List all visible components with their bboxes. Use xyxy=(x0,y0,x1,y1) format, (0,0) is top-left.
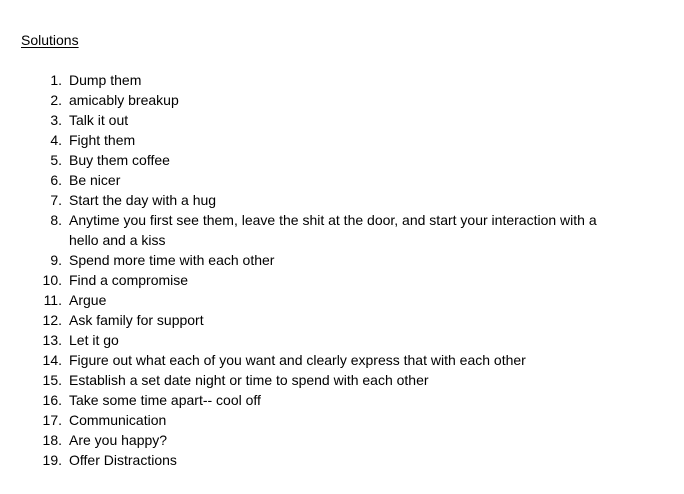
list-item-text: Spend more time with each other xyxy=(69,252,275,268)
list-item: 17. Communication xyxy=(0,410,684,430)
list-item-text: Argue xyxy=(69,292,107,308)
list-item: 15. Establish a set date night or time to… xyxy=(0,370,684,390)
document-heading: Solutions xyxy=(21,32,79,48)
document-page: Solutions 1. Dump them 2. amicably breakup 3… xyxy=(0,0,684,494)
list-item-number: 16. xyxy=(42,392,62,408)
list-item-number: 17. xyxy=(42,412,62,428)
list-item: 12. Ask family for support xyxy=(0,310,684,330)
list-item-number: 14. xyxy=(42,352,62,368)
list-item-text: Be nicer xyxy=(69,172,121,188)
list-item: 4. Fight them xyxy=(0,130,684,150)
list-item-number: 2. xyxy=(50,92,62,108)
list-item-number: 3. xyxy=(50,112,62,128)
list-item: 16. Take some time apart-- cool off xyxy=(0,390,684,410)
list-item-number: 10. xyxy=(42,272,62,288)
list-item-text: Find a compromise xyxy=(69,272,189,288)
list-item: 18. Are you happy? xyxy=(0,430,684,450)
list-item-number: 5. xyxy=(50,152,62,168)
list-item: 2. amicably breakup xyxy=(0,90,684,110)
list-item: 14. Figure out what each of you want and … xyxy=(0,350,684,370)
list-item-number: 11. xyxy=(43,292,62,308)
list-item-text: Anytime you first see them, leave the sh… xyxy=(69,212,597,248)
list-item-number: 8. xyxy=(50,212,62,228)
list-item-text: Let it go xyxy=(69,332,119,348)
list-item-number: 13. xyxy=(42,332,62,348)
list-item: 5. Buy them coffee xyxy=(0,150,684,170)
list-item-number: 4. xyxy=(50,132,62,148)
list-item-number: 1. xyxy=(50,72,62,88)
list-item-text: Are you happy? xyxy=(69,432,168,448)
list-item-text: Start the day with a hug xyxy=(69,192,217,208)
list-item-text: Establish a set date night or time to sp… xyxy=(69,372,429,388)
list-item-text: Figure out what each of you want and cle… xyxy=(69,352,526,368)
list-item: 8. Anytime you first see them, leave the … xyxy=(0,210,684,250)
list-item-text: Offer Distractions xyxy=(69,452,177,468)
list-item: 1. Dump them xyxy=(0,70,684,90)
list-item: 9. Spend more time with each other xyxy=(0,250,684,270)
list-item: 10. Find a compromise xyxy=(0,270,684,290)
list-item: 7. Start the day with a hug xyxy=(0,190,684,210)
list-item-text: Buy them coffee xyxy=(69,152,170,168)
list-item-number: 7. xyxy=(50,192,62,208)
list-item-text: Talk it out xyxy=(69,112,129,128)
list-item-text: amicably breakup xyxy=(69,92,179,108)
list-item-number: 9. xyxy=(50,252,62,268)
list-item-number: 18. xyxy=(42,432,62,448)
solutions-list: 1. Dump them 2. amicably breakup 3. Talk it o… xyxy=(0,70,684,470)
list-item-text: Fight them xyxy=(69,132,136,148)
list-item: 19. Offer Distractions xyxy=(0,450,684,470)
list-item-number: 12. xyxy=(42,312,62,328)
list-item: 6. Be nicer xyxy=(0,170,684,190)
list-item-text: Ask family for support xyxy=(69,312,204,328)
list-item: 3. Talk it out xyxy=(0,110,684,130)
list-item-number: 19. xyxy=(42,452,62,468)
list-item-text: Take some time apart-- cool off xyxy=(69,392,261,408)
list-item: 13. Let it go xyxy=(0,330,684,350)
list-item-text: Communication xyxy=(69,412,167,428)
list-item-text: Dump them xyxy=(69,72,142,88)
list-item-number: 6. xyxy=(50,172,62,188)
list-item: 11. Argue xyxy=(0,290,684,310)
list-item-number: 15. xyxy=(42,372,62,388)
